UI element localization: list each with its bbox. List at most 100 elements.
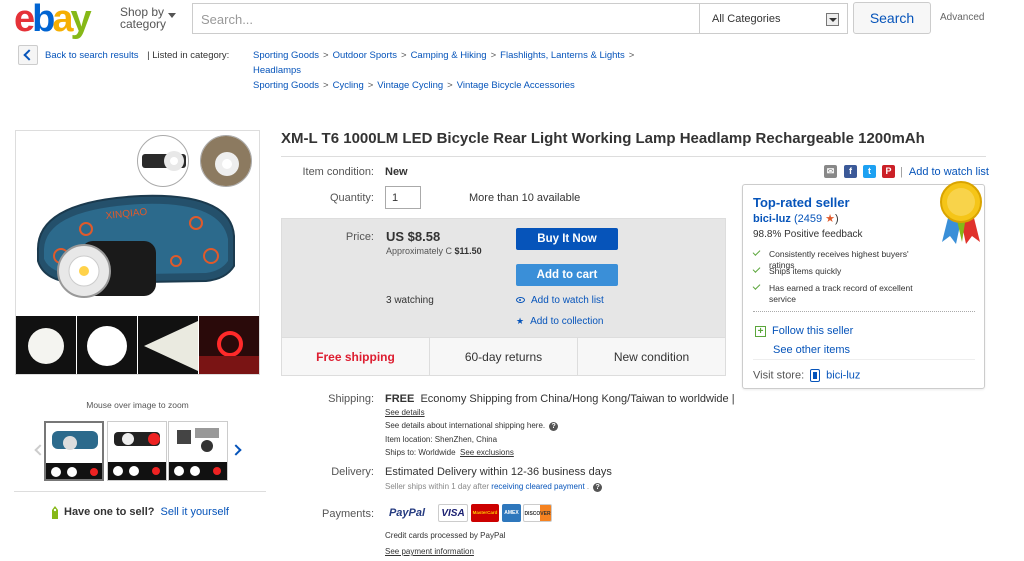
category-value: All Categories [712, 13, 781, 25]
add-collection-link[interactable]: ★ Add to collection [516, 316, 603, 327]
breadcrumb-link[interactable]: Flashlights, Lanterns & Lights [500, 50, 625, 61]
delivery-estimate: Estimated Delivery within 12-36 business… [385, 466, 612, 478]
see-other-items-link[interactable]: See other items [773, 344, 850, 356]
breadcrumb-link[interactable]: Headlamps [253, 65, 301, 76]
logo-letter-e: e [14, 0, 35, 40]
breadcrumb-back: Back to search results | Listed in categ… [45, 50, 229, 61]
breadcrumb-link[interactable]: Cycling [333, 80, 364, 91]
breadcrumb-link[interactable]: Sporting Goods [253, 80, 319, 91]
beam-strip-image [16, 316, 259, 374]
condition-label: Item condition: [302, 166, 374, 178]
top-rated-label: Top-rated seller [753, 195, 850, 210]
delivery-note: Seller ships within 1 day after receivin… [385, 482, 603, 492]
plus-icon: + [755, 326, 766, 337]
price-value: US $8.58 [386, 229, 441, 244]
sell-prompt-text: Have one to sell? [64, 506, 155, 518]
visa-logo: VISA [438, 504, 468, 522]
dropdown-arrow-icon[interactable] [826, 13, 839, 26]
back-to-search-link[interactable]: Back to search results [45, 50, 138, 61]
breadcrumb-path1-cont: Headlamps [253, 65, 301, 76]
watching-count: 3 watching [386, 295, 434, 306]
condition-badge: New condition [613, 350, 690, 364]
mastercard-logo: MasterCard [471, 504, 499, 522]
add-to-cart-button[interactable]: Add to cart [516, 264, 618, 286]
breadcrumb-link[interactable]: Vintage Cycling [377, 80, 443, 91]
delivery-label: Delivery: [331, 466, 374, 478]
shipping-label: Shipping: [328, 393, 374, 405]
advanced-search-link[interactable]: Advanced [940, 12, 984, 23]
item-title: XM-L T6 1000LM LED Bicycle Rear Light Wo… [281, 130, 925, 147]
approx-price: Approximately C $11.50 [386, 246, 482, 256]
sell-it-yourself-link[interactable]: Sell it yourself [160, 506, 228, 518]
shop-by-category[interactable]: Shop by category [120, 6, 176, 30]
visit-store: Visit store: bici-luz [753, 369, 861, 382]
mail-icon[interactable]: ✉ [824, 165, 837, 178]
condition-value: New [385, 166, 408, 178]
buy-it-now-button[interactable]: Buy It Now [516, 228, 618, 250]
search-button[interactable]: Search [853, 2, 931, 34]
logo-letter-y: y [70, 0, 92, 40]
payments-label: Payments: [322, 508, 374, 520]
free-shipping-badge: Free shipping [282, 338, 430, 376]
star-icon: ★ [516, 316, 525, 326]
store-icon [810, 369, 821, 382]
breadcrumb-path1: Sporting Goods > Outdoor Sports > Camping & … [253, 50, 635, 61]
see-details-link[interactable]: See details [385, 408, 425, 417]
payment-info-link[interactable]: See payment information [385, 547, 474, 556]
search-input[interactable]: Search... [192, 3, 700, 34]
thumbnail-2[interactable] [107, 421, 167, 481]
follow-seller[interactable]: + Follow this seller [755, 325, 853, 337]
add-to-watch-list-link[interactable]: Add to watch list [909, 166, 989, 178]
inset-lamp-image [137, 135, 189, 187]
discover-logo: DISCOVER [523, 504, 552, 522]
breadcrumb-link[interactable]: Vintage Bicycle Accessories [457, 80, 575, 91]
seller-name[interactable]: bici-luz (2459 ★) [753, 212, 839, 225]
divider [14, 491, 266, 492]
divider [753, 359, 975, 360]
watchlist-top: | Add to watch list [900, 166, 989, 178]
seller-feature: Ships items quickly [752, 265, 923, 277]
chevron-right-icon[interactable] [230, 444, 242, 456]
logo-letter-b: b [32, 0, 55, 40]
cleared-payment-link[interactable]: receiving cleared payment [491, 482, 584, 491]
thumbnail-1[interactable] [44, 421, 104, 481]
paypal-logo: PayPal [388, 507, 426, 519]
breadcrumb-link[interactable]: Sporting Goods [253, 50, 319, 61]
header: ebay Shop by category Search... All Cate… [0, 0, 1024, 38]
item-location: Item location: ShenZhen, China [385, 435, 498, 444]
breadcrumb-path2: Sporting Goods > Cycling > Vintage Cycling > V… [253, 80, 575, 91]
available-count: More than 10 available [469, 192, 581, 204]
facebook-icon[interactable]: f [844, 165, 857, 178]
buy-box: Price: US $8.58 Approximately C $11.50 B… [281, 218, 726, 376]
help-icon[interactable]: ? [593, 483, 603, 492]
buy-box-badges: Free shipping 60-day returns New conditi… [282, 337, 725, 376]
tag-icon [52, 506, 58, 519]
shipping-value: FREE Economy Shipping from China/Hong Ko… [385, 393, 735, 405]
pinterest-icon[interactable]: P [882, 165, 895, 178]
positive-feedback: 98.8% Positive feedback [753, 229, 863, 240]
inset-rearlight-image [200, 135, 252, 187]
quantity-label: Quantity: [329, 192, 374, 204]
divider [281, 156, 986, 157]
back-arrow-icon[interactable] [18, 45, 38, 65]
zoom-hint: Mouse over image to zoom [86, 400, 189, 410]
breadcrumb-link[interactable]: Outdoor Sports [333, 50, 397, 61]
sell-prompt: Have one to sell? Sell it yourself [50, 506, 229, 519]
amex-logo: AMEX [502, 504, 521, 522]
main-product-image[interactable]: XINQIAO [15, 130, 260, 375]
store-link[interactable]: bici-luz [826, 369, 860, 381]
divider [753, 311, 975, 312]
intl-shipping-note: See details about international shipping… [385, 421, 559, 431]
category-select[interactable]: All Categories [700, 3, 848, 34]
see-exclusions-link[interactable]: See exclusions [460, 448, 514, 457]
ebay-logo[interactable]: ebay [14, 0, 92, 40]
logo-letter-a: a [52, 0, 73, 40]
breadcrumb-link[interactable]: Camping & Hiking [411, 50, 487, 61]
twitter-icon[interactable]: t [863, 165, 876, 178]
thumbnail-3[interactable] [168, 421, 228, 481]
help-icon[interactable]: ? [549, 422, 559, 431]
top-rated-ribbon-icon [940, 181, 982, 244]
add-watch-link[interactable]: Add to watch list [516, 295, 604, 306]
quantity-input[interactable]: 1 [385, 186, 421, 209]
returns-badge: 60-day returns [430, 338, 578, 376]
